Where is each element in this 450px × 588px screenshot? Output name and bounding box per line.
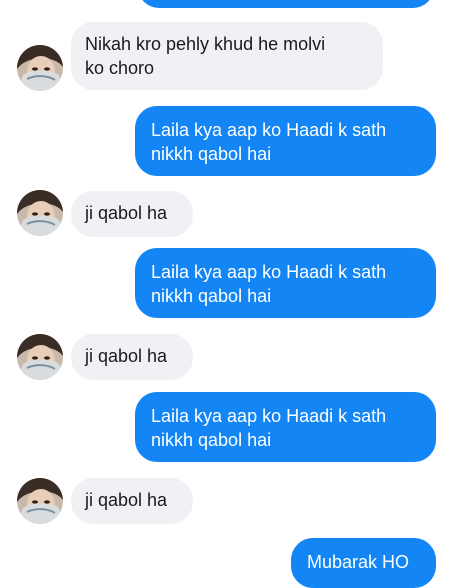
contact-avatar-icon[interactable] — [17, 334, 63, 380]
contact-avatar-icon[interactable] — [17, 45, 63, 91]
message-sent[interactable]: Laila kya aap ko Haadi k sath nikkh qabo… — [135, 248, 436, 318]
message-sent[interactable]: Laila kya aap ko Haadi k sath nikkh qabo… — [135, 106, 436, 176]
contact-avatar-icon[interactable] — [17, 190, 63, 236]
contact-avatar-icon[interactable] — [17, 478, 63, 524]
message-sent[interactable]: Laila kya aap ko Haadi k sath nikkh qabo… — [135, 392, 436, 462]
message-received[interactable]: ji qabol ha — [71, 191, 193, 237]
message-sent[interactable] — [138, 0, 434, 8]
message-received[interactable]: Nikah kro pehly khud he molvi ko choro — [71, 22, 383, 90]
message-sent[interactable]: Mubarak HO — [291, 538, 436, 588]
message-received[interactable]: ji qabol ha — [71, 478, 193, 524]
chat-thread: Nikah kro pehly khud he molvi ko choro L… — [0, 0, 450, 588]
message-received[interactable]: ji qabol ha — [71, 334, 193, 380]
